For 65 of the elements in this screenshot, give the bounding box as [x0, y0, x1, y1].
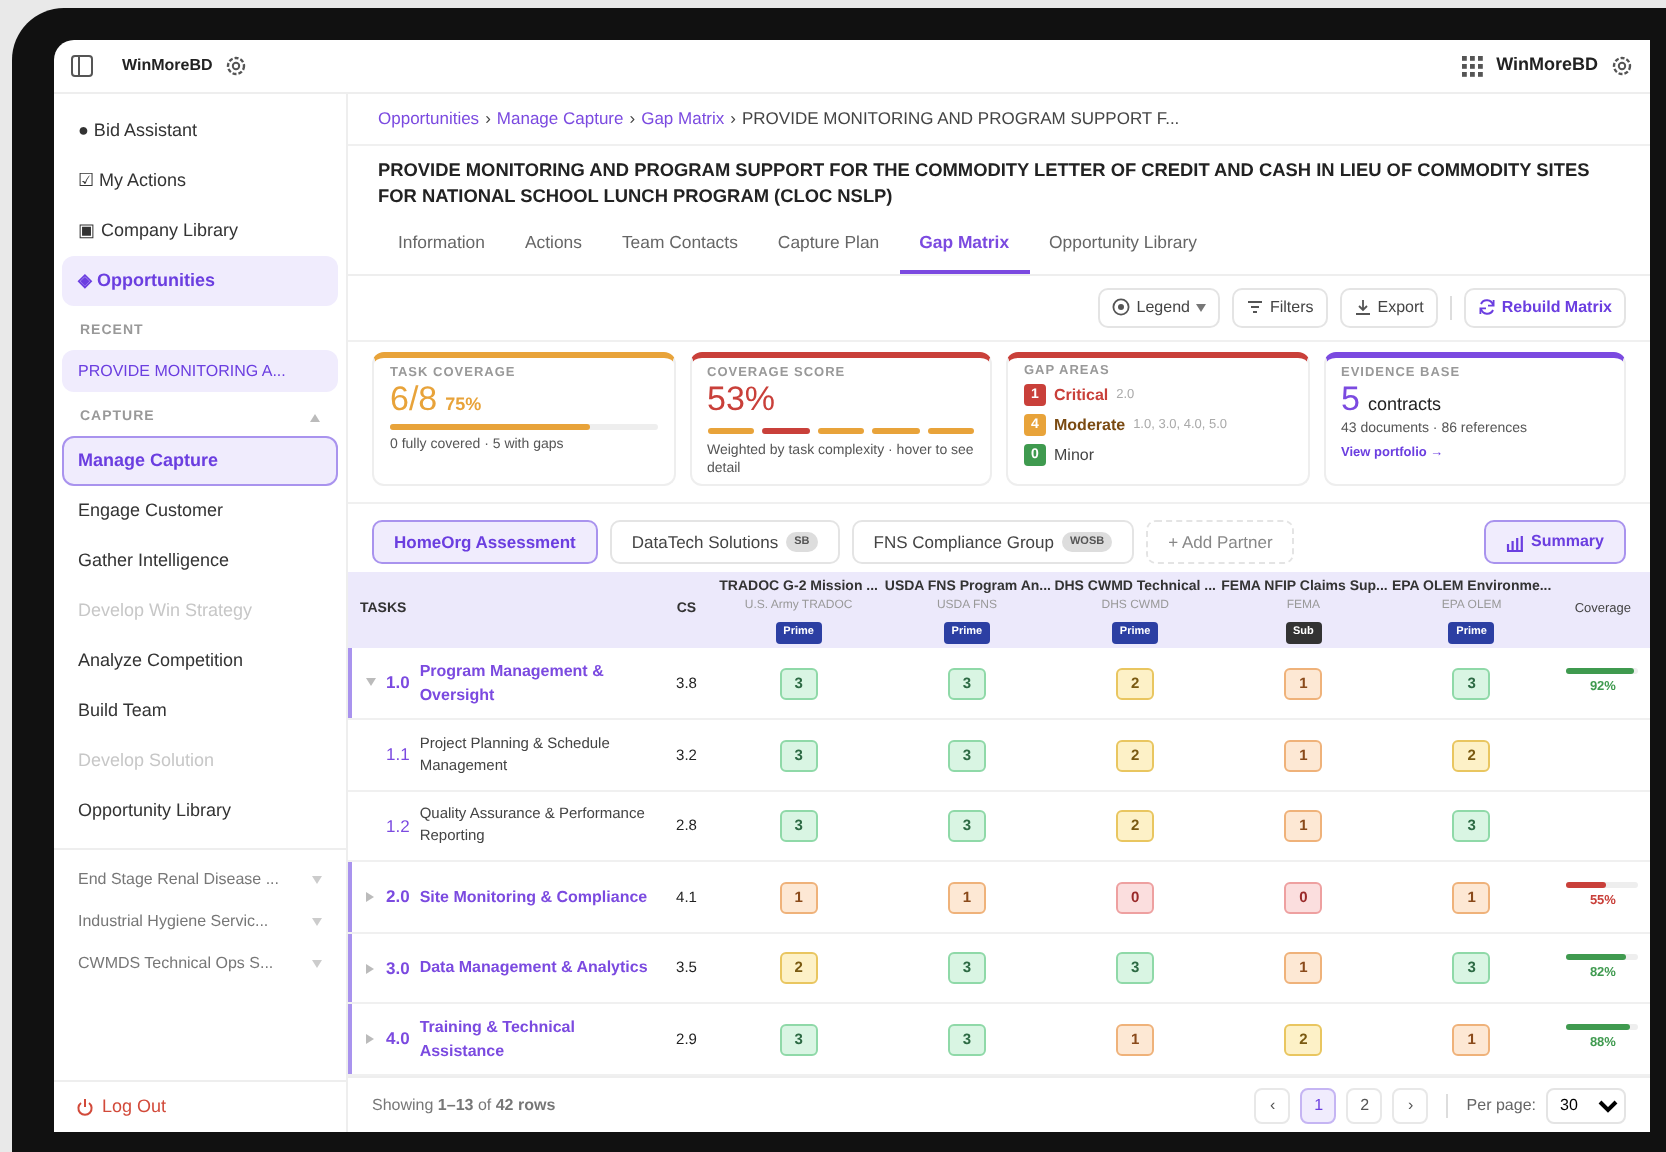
sidebar-item: Develop Solution [76, 747, 217, 774]
task-name[interactable]: Site Monitoring & Compliance [419, 885, 648, 909]
brand-name: WinMoreBD [122, 54, 213, 78]
breadcrumb-separator: › [485, 106, 491, 132]
page-button[interactable]: 1 [1300, 1087, 1337, 1123]
tab[interactable]: Gap Matrix [899, 219, 1030, 274]
logout-link[interactable]: Log Out [102, 1093, 167, 1121]
evidence-unit: contracts [1367, 392, 1441, 419]
sidebar-item[interactable]: ● Bid Assistant [62, 106, 338, 156]
coverage-percent: 75% [445, 392, 482, 419]
tab[interactable]: Capture Plan [757, 219, 900, 274]
page-button[interactable]: › [1392, 1087, 1429, 1123]
rebuild-button[interactable]: Rebuild Matrix [1463, 287, 1626, 328]
coverage-value: 6/8 [390, 382, 438, 421]
task-number: 1.0 [386, 670, 410, 697]
sidebar-item[interactable]: Opportunity Library [62, 786, 338, 836]
sidebar-item: Develop Win Strategy [76, 597, 255, 624]
tab[interactable]: Team Contacts [601, 219, 758, 274]
export-button[interactable]: Export [1339, 287, 1438, 328]
legend-button[interactable]: Legend [1098, 287, 1220, 328]
task-number: 1.2 [386, 813, 410, 839]
summary-button[interactable]: Summary [1483, 520, 1626, 565]
task-name[interactable]: Training & Technical Assistance [419, 1016, 657, 1063]
task-number: 1.1 [386, 742, 410, 768]
page-button[interactable]: ‹ [1254, 1087, 1291, 1123]
per-page-label: Per page: [1466, 1093, 1536, 1117]
sidebar-item[interactable]: Gather Intelligence [62, 536, 338, 586]
recent-item[interactable]: PROVIDE MONITORING A... [62, 350, 338, 392]
tab[interactable]: Information [378, 219, 505, 274]
evidence-value: 5 [1341, 382, 1360, 421]
sidebar-item[interactable]: Engage Customer [62, 486, 338, 536]
add-partner-button[interactable]: + Add Partner [1146, 520, 1295, 565]
task-number: 4.0 [386, 1026, 410, 1052]
breadcrumb-link[interactable]: Gap Matrix [641, 106, 725, 132]
breadcrumb-separator: › [730, 106, 736, 132]
gap-label: Minor [1054, 443, 1095, 468]
breadcrumb-separator: › [629, 106, 636, 132]
gap-label: Moderate [1054, 413, 1126, 438]
sidebar-item[interactable]: Build Team [62, 686, 338, 736]
sidebar-item[interactable]: Analyze Competition [62, 636, 338, 686]
task-name[interactable]: Program Management & Oversight [419, 660, 657, 707]
sidebar-item[interactable]: ☑ My Actions [62, 156, 338, 206]
tab[interactable]: Opportunity Library [1029, 219, 1217, 274]
sidebar-item[interactable]: ▣ Company Library [62, 206, 338, 256]
gap-label: Critical [1054, 383, 1109, 408]
breadcrumb-current: PROVIDE MONITORING AND PROGRAM SUPPORT F... [742, 106, 1180, 132]
sidebar-item[interactable]: ◈ Opportunities [62, 256, 338, 306]
breadcrumb-link[interactable]: Manage Capture [496, 106, 624, 132]
per-page-select[interactable]: 30 [1546, 1087, 1626, 1123]
account-name: WinMoreBD [1496, 52, 1598, 79]
opportunity-item[interactable]: CWMDS Technical Ops S... [78, 951, 274, 975]
opportunity-item[interactable]: Industrial Hygiene Servic... [78, 909, 269, 933]
score-value: 53% [707, 382, 778, 421]
task-number: 2.0 [386, 884, 410, 910]
filters-button[interactable]: Filters [1231, 287, 1328, 328]
opportunity-title: PROVIDE MONITORING AND PROGRAM SUPPORT FOR THE COMMODITY LETTER OF CREDIT AND CASH IN LIEU OF COMMODITY SITES FOR NATIONAL SCHOOL LUNCH PROGRAM (CLOC NSLP) [376, 158, 1592, 211]
opportunity-item[interactable]: End Stage Renal Disease ... [78, 867, 280, 891]
breadcrumb-link[interactable]: Opportunities [378, 106, 480, 132]
task-number: 3.0 [386, 955, 410, 981]
row-count: Showing 1–13 of 42 rows [372, 1093, 556, 1117]
partner-tab[interactable]: HomeOrg Assessment [372, 520, 598, 565]
page-button[interactable]: 2 [1346, 1087, 1383, 1123]
task-name[interactable]: Data Management & Analytics [419, 956, 648, 980]
tab[interactable]: Actions [504, 219, 602, 274]
sidebar-item[interactable]: Manage Capture [62, 436, 338, 486]
